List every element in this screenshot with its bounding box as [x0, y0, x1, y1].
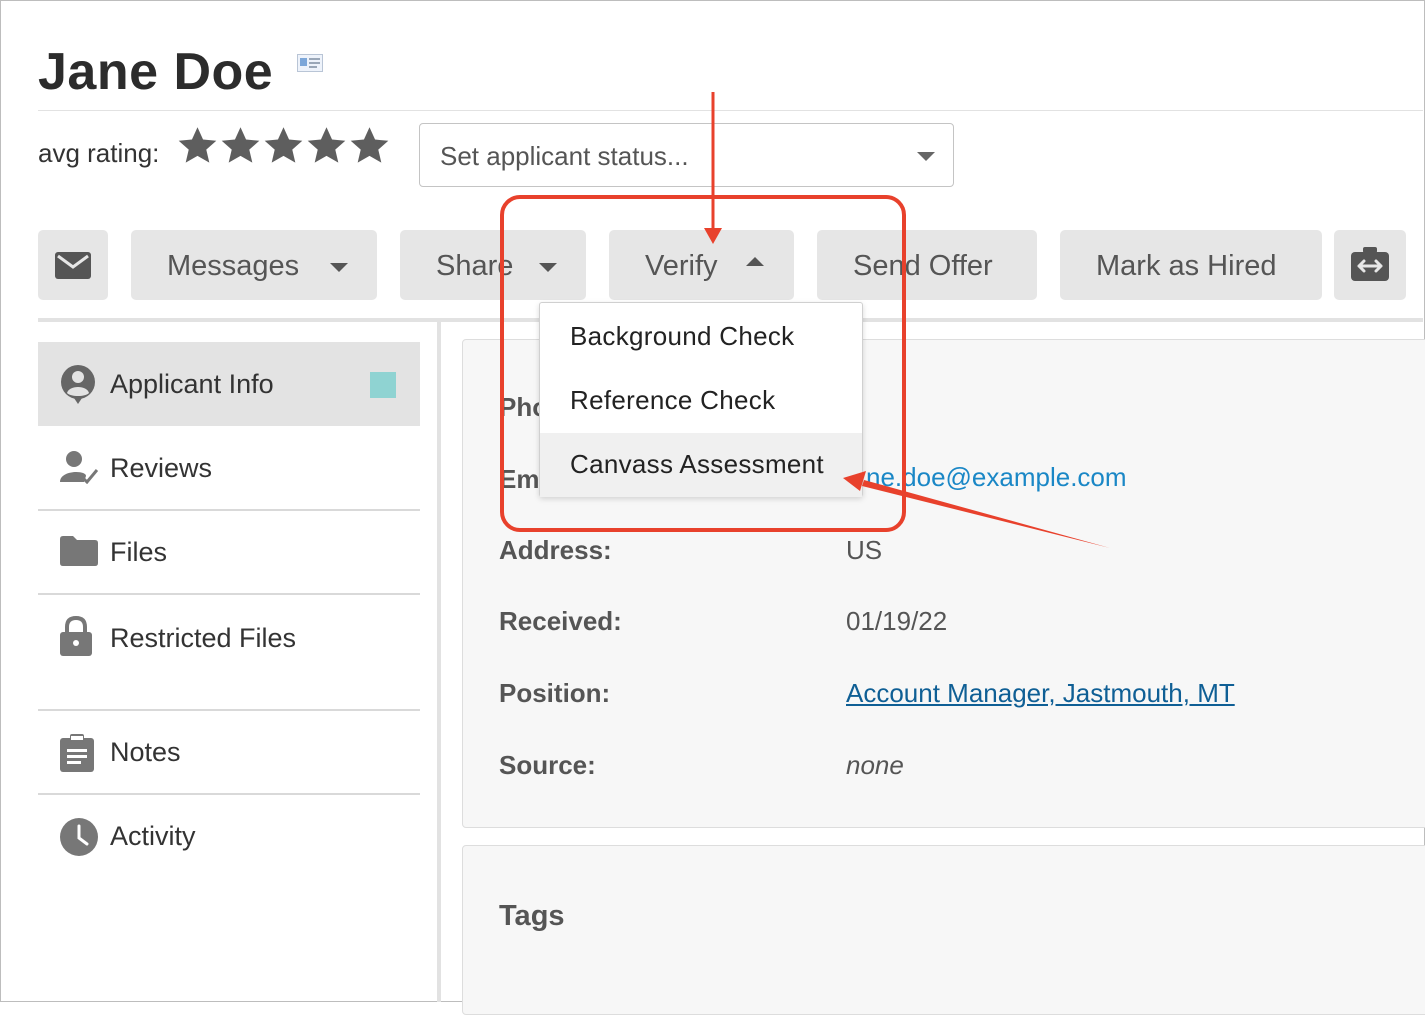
- send-offer-button[interactable]: Send Offer: [817, 230, 1037, 300]
- source-label: Source:: [499, 750, 596, 780]
- header-divider: [38, 110, 1423, 111]
- messages-label: Messages: [167, 250, 300, 282]
- verify-label: Verify: [645, 250, 718, 282]
- chevron-down-icon: [330, 263, 348, 272]
- sidebar-item-applicant-info[interactable]: Applicant Info: [38, 342, 420, 426]
- sidebar-item-label: Reviews: [110, 453, 213, 483]
- star-rating[interactable]: [176, 122, 391, 170]
- transfer-icon: [1351, 247, 1389, 281]
- received-label: Received:: [499, 606, 622, 636]
- applicant-name: Jane Doe: [38, 43, 274, 101]
- rating-label: avg rating:: [38, 138, 160, 168]
- user-check-icon: [60, 451, 98, 484]
- menu-item-background-check[interactable]: Background Check: [540, 305, 862, 369]
- menu-item-canvass-assessment[interactable]: Canvass Assessment: [540, 433, 862, 497]
- share-button[interactable]: Share: [400, 230, 586, 300]
- sidebar-item-files[interactable]: Files: [38, 510, 420, 594]
- menu-item-reference-check[interactable]: Reference Check: [540, 369, 862, 433]
- applicant-status-select[interactable]: Set applicant status...: [419, 123, 954, 187]
- envelope-icon: [55, 252, 91, 279]
- sidebar-item-label: Applicant Info: [110, 369, 274, 399]
- received-value: 01/19/22: [846, 606, 948, 636]
- menu-item-label: Reference Check: [570, 385, 776, 415]
- vcard-icon[interactable]: [297, 54, 323, 72]
- position-link[interactable]: Account Manager, Jastmouth, MT: [846, 678, 1235, 709]
- star-icon[interactable]: [176, 122, 219, 170]
- folder-icon: [60, 536, 98, 566]
- position-label: Position:: [499, 678, 611, 708]
- lock-icon: [60, 616, 92, 656]
- clock-icon: [60, 818, 98, 856]
- share-label: Share: [436, 250, 514, 282]
- messages-button[interactable]: Messages: [131, 230, 377, 300]
- email-button[interactable]: [38, 230, 108, 300]
- sidebar-item-label: Activity: [110, 821, 196, 851]
- sidebar-item-label: Files: [110, 537, 168, 567]
- address-value: US: [846, 535, 883, 565]
- sidebar-content-divider: [437, 322, 441, 1002]
- tags-panel: [462, 845, 1425, 1015]
- source-value: none: [846, 750, 904, 780]
- mark-as-hired-label: Mark as Hired: [1096, 250, 1277, 282]
- status-placeholder: Set applicant status...: [440, 141, 689, 171]
- sidebar-item-reviews[interactable]: Reviews: [38, 426, 420, 510]
- sidebar-item-label: Notes: [110, 737, 181, 767]
- star-icon[interactable]: [348, 122, 391, 170]
- mark-as-hired-button[interactable]: Mark as Hired: [1060, 230, 1322, 300]
- menu-item-label: Canvass Assessment: [570, 449, 824, 479]
- clipboard-icon: [60, 734, 94, 772]
- status-badge: [370, 372, 396, 398]
- email-link[interactable]: ne.doe@example.com: [866, 462, 1127, 493]
- verify-button[interactable]: Verify: [609, 230, 794, 300]
- sidebar-item-label: Restricted Files: [110, 623, 297, 653]
- chevron-down-icon: [539, 263, 557, 272]
- menu-item-label: Background Check: [570, 321, 795, 351]
- chevron-up-icon: [746, 257, 764, 266]
- sidebar-item-notes[interactable]: Notes: [38, 710, 420, 794]
- chevron-down-icon: [917, 152, 935, 161]
- send-offer-label: Send Offer: [853, 250, 993, 282]
- email-label: Em: [499, 464, 540, 494]
- star-icon[interactable]: [262, 122, 305, 170]
- sidebar-item-restricted-files[interactable]: Restricted Files: [38, 594, 420, 710]
- transfer-button[interactable]: [1334, 230, 1406, 300]
- tags-title: Tags: [499, 900, 565, 932]
- star-icon[interactable]: [305, 122, 348, 170]
- address-label: Address:: [499, 535, 612, 565]
- star-icon[interactable]: [219, 122, 262, 170]
- sidebar-item-activity[interactable]: Activity: [38, 794, 420, 878]
- user-circle-icon: [61, 365, 95, 404]
- verify-dropdown-menu: Background Check Reference Check Canvass…: [539, 302, 863, 497]
